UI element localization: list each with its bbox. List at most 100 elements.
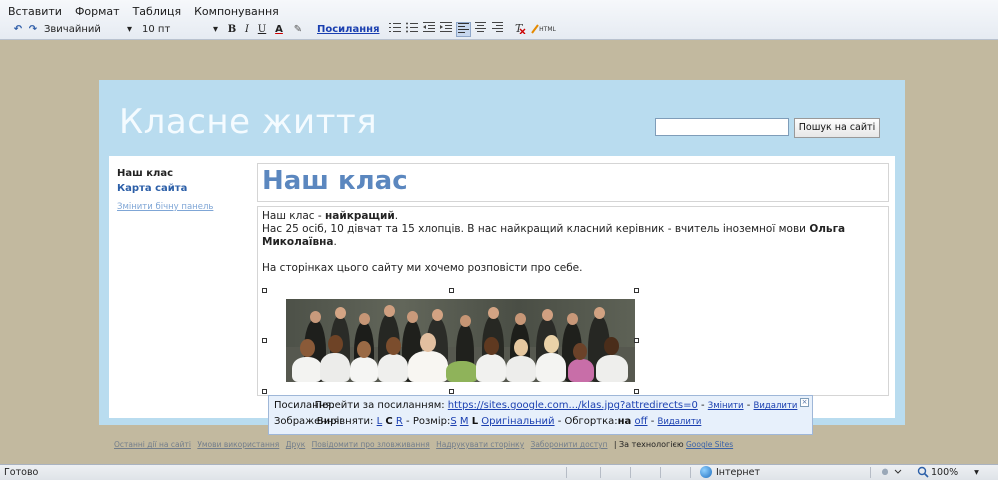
italic-button[interactable]: I <box>241 22 253 37</box>
resize-handle-n[interactable] <box>449 288 454 293</box>
style-select-value: Звичайний <box>44 23 101 35</box>
status-text: Готово <box>4 467 39 478</box>
html-edit-label: HTML <box>539 25 556 33</box>
zoom-control[interactable]: 100% ▾ <box>917 466 979 478</box>
delete-link-button[interactable]: Видалити <box>754 401 798 411</box>
status-divider <box>630 467 631 478</box>
bulleted-list-icon[interactable] <box>405 22 419 37</box>
align-right-option[interactable]: R <box>396 416 403 427</box>
site-frame: Класне життя Пошук на сайті Наш клас Кар… <box>99 80 905 425</box>
align-left-icon[interactable] <box>455 21 471 37</box>
class-photo[interactable] <box>286 299 635 382</box>
body-paragraph-2: Нас 25 осіб, 10 дівчат та 15 хлопців. В … <box>262 223 884 249</box>
body-text: Наш клас - <box>262 210 325 222</box>
outdent-icon[interactable] <box>422 21 436 37</box>
image-row: Зображення:Вирівняти: L C R - Розмір:S M… <box>274 416 702 427</box>
browser-status-bar: Готово Інтернет 100% ▾ <box>0 464 998 480</box>
font-color-button[interactable]: A <box>271 22 287 37</box>
site-title: Класне життя <box>119 102 378 142</box>
status-divider <box>600 467 601 478</box>
chevron-down-icon: ▾ <box>212 23 218 35</box>
size-original-option[interactable]: Оригінальний <box>481 416 554 427</box>
search-button[interactable]: Пошук на сайті <box>794 118 880 138</box>
body-text: . <box>333 236 337 248</box>
body-text: Нас 25 осіб, 10 дівчат та 15 хлопців. В … <box>262 223 810 235</box>
size-label: Розмір: <box>412 416 451 427</box>
body-paragraph-3: На сторінках цього сайту ми хочемо розпо… <box>262 262 583 274</box>
resize-handle-w[interactable] <box>262 338 267 343</box>
resize-handle-s[interactable] <box>449 389 454 394</box>
status-divider <box>690 467 691 478</box>
change-link-button[interactable]: Змінити <box>708 401 744 411</box>
size-large-option[interactable]: L <box>472 416 478 427</box>
align-center-icon[interactable] <box>474 21 488 37</box>
indent-icon[interactable] <box>439 21 453 37</box>
menu-table[interactable]: Таблиця <box>131 3 184 20</box>
highlight-button[interactable]: ✎ <box>290 22 306 37</box>
size-medium-option[interactable]: M <box>460 416 469 427</box>
undo-icon[interactable]: ↶ <box>12 22 24 37</box>
status-divider <box>870 467 871 478</box>
page-title-box[interactable]: Наш клас <box>257 163 889 202</box>
menu-insert[interactable]: Вставити <box>6 3 64 20</box>
footer-link-print-page[interactable]: Надрукувати сторінку <box>436 440 524 449</box>
sidebar-item-sitemap[interactable]: Карта сайта <box>117 181 247 196</box>
search-input[interactable] <box>655 118 789 136</box>
underline-button[interactable]: U <box>256 22 268 37</box>
font-size-select[interactable]: 10 пт ▾ <box>140 22 220 37</box>
footer-tech-label: Зa технологією <box>619 440 684 449</box>
page-title: Наш клас <box>262 166 408 196</box>
status-divider <box>660 467 661 478</box>
bold-button[interactable]: B <box>226 22 238 37</box>
footer-link-terms[interactable]: Умови використання <box>197 440 279 449</box>
body-paragraph-1: Наш клас - найкращий. <box>262 210 884 223</box>
footer-link-recent-activity[interactable]: Останні дії на сайті <box>114 440 191 449</box>
footer-google-sites-link[interactable]: Google Sites <box>686 440 733 449</box>
size-small-option[interactable]: S <box>450 416 456 427</box>
resize-handle-sw[interactable] <box>262 389 267 394</box>
clear-formatting-icon[interactable]: T <box>512 22 528 37</box>
content-area: Наш клас Карта сайта Змінити бічну панел… <box>109 156 895 418</box>
menu-format[interactable]: Формат <box>73 3 122 20</box>
align-right-icon[interactable] <box>491 21 505 37</box>
align-center-option[interactable]: C <box>385 416 392 427</box>
resize-handle-ne[interactable] <box>634 288 639 293</box>
align-left-option[interactable]: L <box>377 416 383 427</box>
globe-icon <box>700 466 712 478</box>
image-link-bubble: Посилання:Перейти за посиланням: https:/… <box>268 395 813 435</box>
wrap-on-option[interactable]: на <box>618 416 632 427</box>
chevron-down-icon: ▾ <box>126 23 132 35</box>
site-footer: Останні дії на сайті Умови використання … <box>114 440 904 449</box>
redo-icon[interactable]: ↷ <box>27 22 39 37</box>
wrap-off-option[interactable]: off <box>635 416 648 427</box>
resize-handle-e[interactable] <box>634 338 639 343</box>
menu-layout[interactable]: Компонування <box>192 3 281 20</box>
sidebar-item-our-class[interactable]: Наш клас <box>117 166 247 181</box>
formatting-toolbar: ↶ ↷ Звичайний ▾ 10 пт ▾ B I U A ✎ Посила… <box>12 21 560 37</box>
chevron-down-icon: ▾ <box>974 466 979 478</box>
zoom-level: 100% <box>931 466 959 478</box>
resize-handle-se[interactable] <box>634 389 639 394</box>
link-row: Посилання:Перейти за посиланням: https:/… <box>274 400 798 411</box>
body-bold-text: найкращий <box>325 210 395 222</box>
wrap-label: Обгортка: <box>564 416 618 427</box>
body-text: . <box>394 210 399 222</box>
style-select[interactable]: Звичайний ▾ <box>42 22 134 37</box>
close-icon[interactable]: × <box>800 398 809 407</box>
editor-menu: Вставити Формат Таблиця Компонування <box>6 3 281 20</box>
security-zone[interactable]: Інтернет <box>700 466 760 478</box>
resize-handle-nw[interactable] <box>262 288 267 293</box>
footer-link-remove-access[interactable]: Заборонити доступ <box>531 440 608 449</box>
edit-sidebar-link[interactable]: Змінити бічну панель <box>117 200 247 215</box>
numbered-list-icon[interactable] <box>388 22 402 37</box>
delete-image-button[interactable]: Видалити <box>657 417 701 427</box>
footer-link-report-abuse[interactable]: Повідомити про зловживання <box>312 440 430 449</box>
sidebar-nav: Наш клас Карта сайта Змінити бічну панел… <box>117 166 247 215</box>
footer-link-print[interactable]: Друк <box>286 440 306 449</box>
security-zone-label: Інтернет <box>716 466 761 478</box>
link-url[interactable]: https://sites.google.com.../klas.jpg?att… <box>448 400 698 411</box>
goto-label: Перейти за посиланням: <box>314 400 445 411</box>
link-button[interactable]: Посилання <box>317 24 380 35</box>
html-edit-button[interactable]: HTML <box>531 22 557 37</box>
protected-mode-icon[interactable] <box>880 466 902 480</box>
